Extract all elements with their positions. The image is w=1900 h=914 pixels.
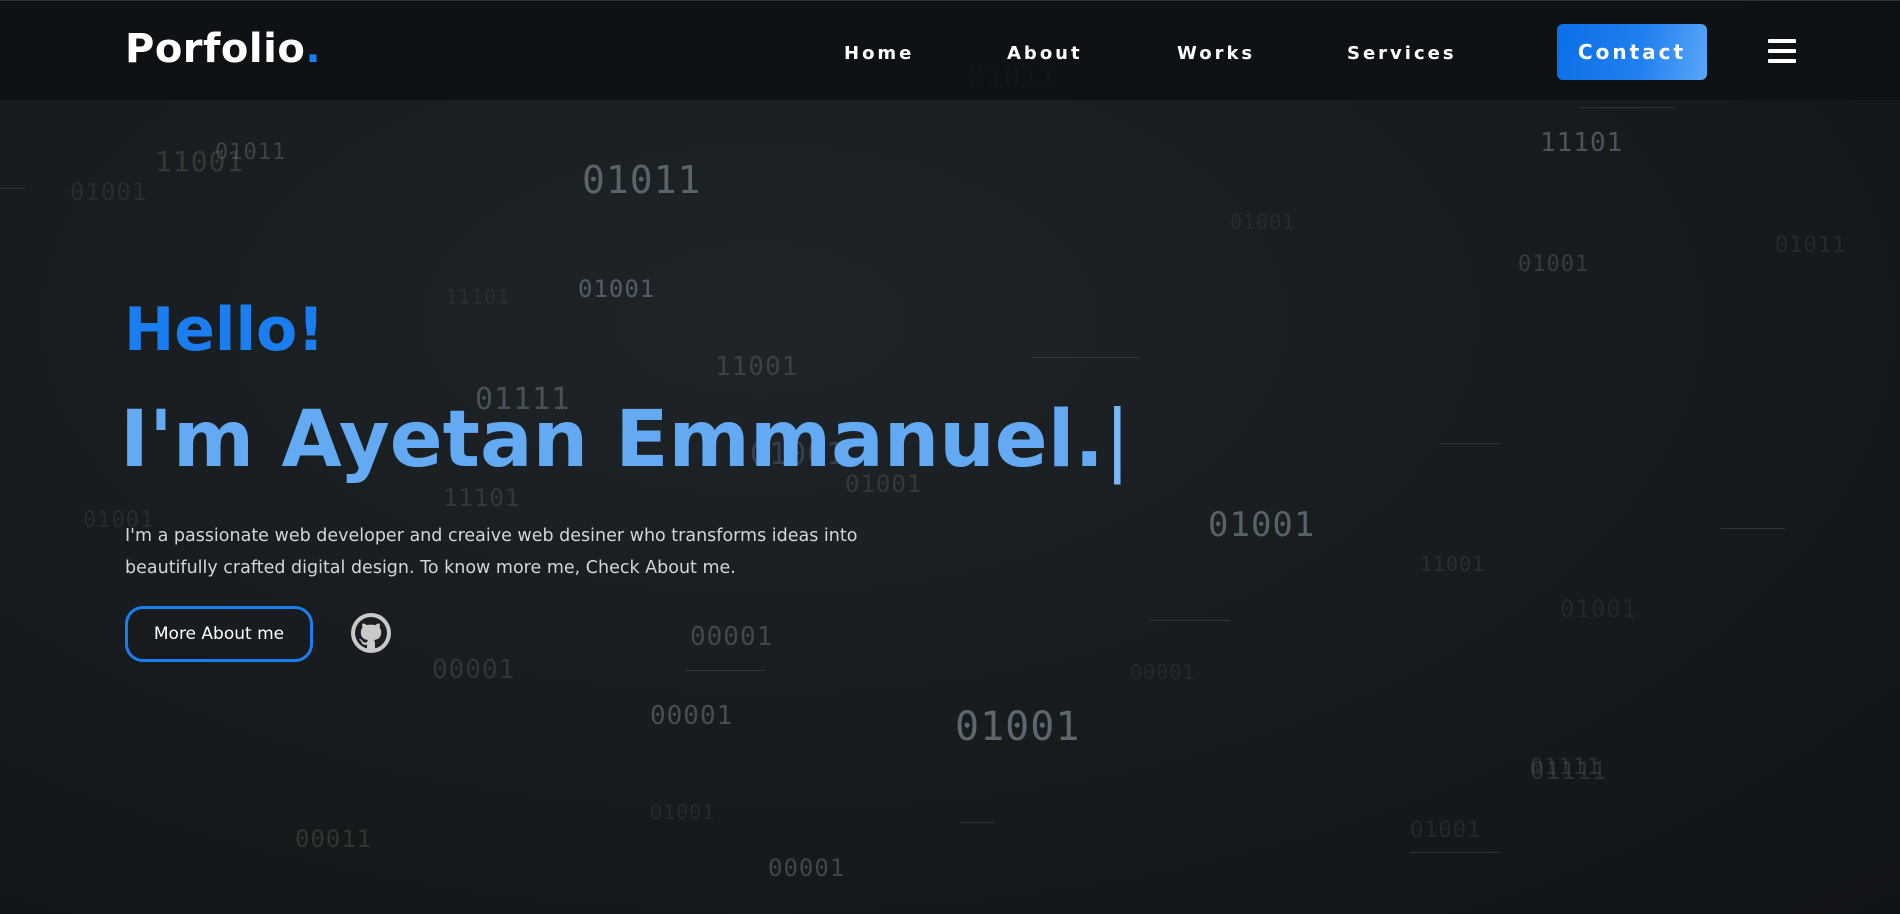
contact-button[interactable]: Contact <box>1557 24 1707 80</box>
binary-text: 11001 <box>1420 552 1486 576</box>
brand-name: Porfolio <box>125 26 306 72</box>
nav-link-about[interactable]: About <box>1007 43 1083 64</box>
hero-intro-line-1: I'm a passionate web developer and creai… <box>125 526 858 546</box>
binary-text: 01011 <box>215 140 287 165</box>
brand-dot: . <box>305 26 322 72</box>
binary-text: 01001 <box>70 178 148 206</box>
light-streak <box>1030 357 1140 358</box>
light-streak <box>1150 620 1230 621</box>
binary-text: 00001 <box>1130 660 1196 684</box>
binary-text: 01001 <box>650 800 716 824</box>
binary-text: 11001 <box>155 145 245 178</box>
binary-text: 11101 <box>443 484 521 512</box>
binary-text: 01111 <box>1530 757 1608 785</box>
binary-text: 01011 <box>1775 233 1847 258</box>
nav-link-services[interactable]: Services <box>1347 43 1457 64</box>
binary-text: 00011 <box>295 825 373 853</box>
light-streak <box>1410 852 1500 853</box>
binary-text: 01001 <box>1230 210 1296 234</box>
binary-text: 00001 <box>650 701 734 731</box>
light-streak <box>1720 528 1785 529</box>
binary-text: 11001 <box>715 352 799 382</box>
hero-greeting: Hello! <box>124 295 325 365</box>
light-streak <box>1440 443 1500 444</box>
binary-text: 01001 <box>1518 252 1590 277</box>
nav-link-works[interactable]: Works <box>1177 43 1255 64</box>
hero-name: I'm Ayetan Emmanuel. <box>120 395 1105 485</box>
brand-logo[interactable]: Porfolio. <box>125 26 321 72</box>
binary-text: 01011 <box>582 158 702 202</box>
binary-text: 01001 <box>955 704 1081 750</box>
binary-text: 00001 <box>768 854 846 882</box>
typing-cursor: | <box>1104 395 1131 485</box>
github-icon[interactable] <box>351 613 391 653</box>
light-streak <box>960 822 995 823</box>
binary-text: 00001 <box>432 655 516 685</box>
more-about-me-button[interactable]: More About me <box>125 606 313 662</box>
binary-text: 00001 <box>690 622 774 652</box>
light-streak <box>1580 107 1675 108</box>
binary-text: 01111 <box>1530 755 1602 780</box>
nav-link-home[interactable]: Home <box>844 43 914 64</box>
navbar: Porfolio. Home About Works Services Cont… <box>0 0 1900 100</box>
binary-text: 01001 <box>1410 818 1482 843</box>
binary-text: 01001 <box>1560 595 1638 623</box>
binary-text: 11101 <box>445 285 511 309</box>
light-streak <box>685 670 765 671</box>
hero-intro: I'm a passionate web developer and creai… <box>125 520 905 584</box>
light-streak <box>0 188 25 189</box>
binary-text: 11101 <box>1540 128 1624 158</box>
binary-text: 01001 <box>1208 505 1316 545</box>
hero-headline: I'm Ayetan Emmanuel.| <box>120 395 1131 485</box>
binary-text: 01001 <box>578 275 656 303</box>
hamburger-menu-icon[interactable] <box>1768 39 1796 63</box>
hero-intro-line-2: beautifully crafted digital design. To k… <box>125 558 736 578</box>
